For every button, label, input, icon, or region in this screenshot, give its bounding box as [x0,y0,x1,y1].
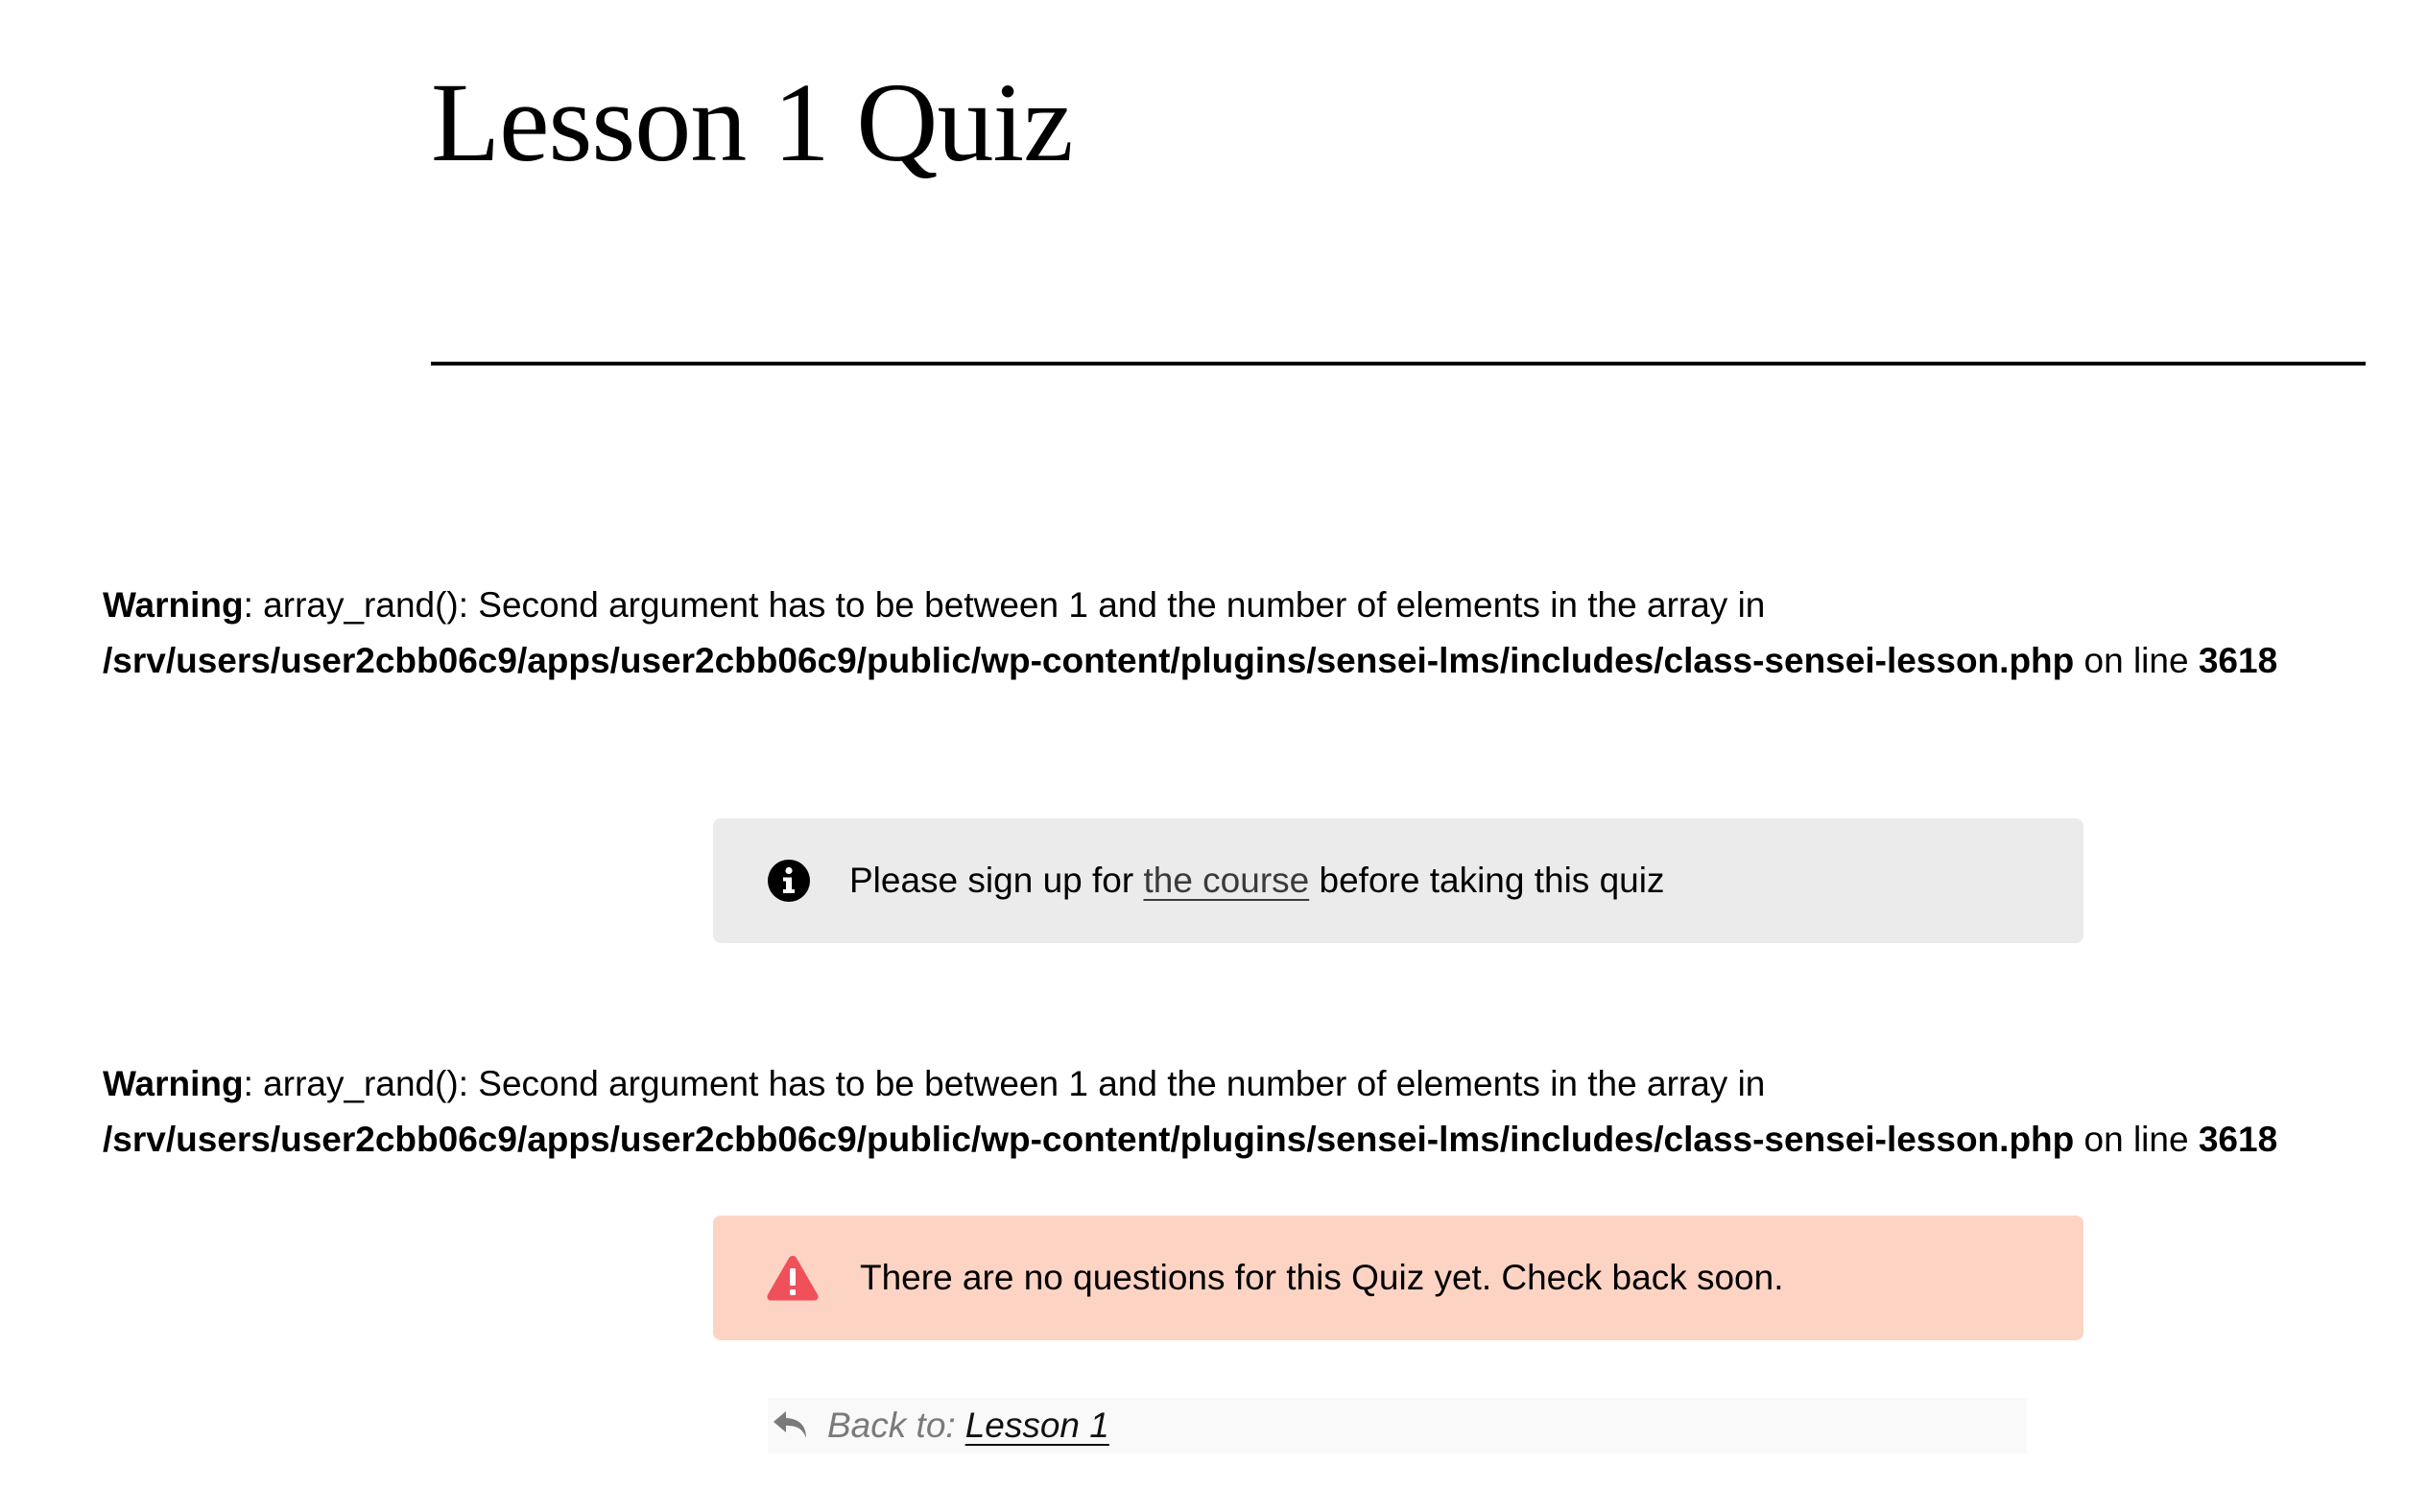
warning-line-number: 3618 [2198,1120,2278,1159]
course-link[interactable]: the course [1143,861,1309,900]
warning-triangle-icon [766,1254,820,1302]
info-icon [767,859,811,903]
php-warning: Warning: array_rand(): Second argument h… [103,1056,2406,1168]
warning-file-path: /srv/users/user2cbb06c9/apps/user2cbb06c… [103,1120,2075,1159]
warning-label: Warning [103,585,244,625]
warning-file-path: /srv/users/user2cbb06c9/apps/user2cbb06c… [103,641,2075,680]
warning-label: Warning [103,1064,244,1103]
php-warning: Warning: array_rand(): Second argument h… [103,578,2406,689]
signup-notice: Please sign up for the course before tak… [713,818,2083,943]
warning-on-line-text: on line [2074,641,2199,680]
no-questions-text: There are no questions for this Quiz yet… [860,1258,1784,1297]
signup-text-before: Please sign up for [849,861,1144,900]
no-questions-notice: There are no questions for this Quiz yet… [713,1216,2083,1340]
page-title: Lesson 1 Quiz [431,59,1074,185]
warning-message: : array_rand(): Second argument has to b… [243,1064,1766,1103]
title-divider [431,362,2366,366]
warning-line-number: 3618 [2198,641,2278,680]
back-to-lesson-link[interactable]: Lesson 1 [965,1406,1109,1446]
reply-arrow-icon [772,1408,810,1443]
signup-notice-text: Please sign up for the course before tak… [849,861,1664,901]
warning-on-line-text: on line [2074,1120,2199,1159]
back-navigation: Back to: Lesson 1 [768,1398,2027,1453]
warning-message: : array_rand(): Second argument has to b… [243,585,1766,625]
back-to-label: Back to: [827,1406,956,1445]
signup-text-after: before taking this quiz [1309,861,1665,900]
